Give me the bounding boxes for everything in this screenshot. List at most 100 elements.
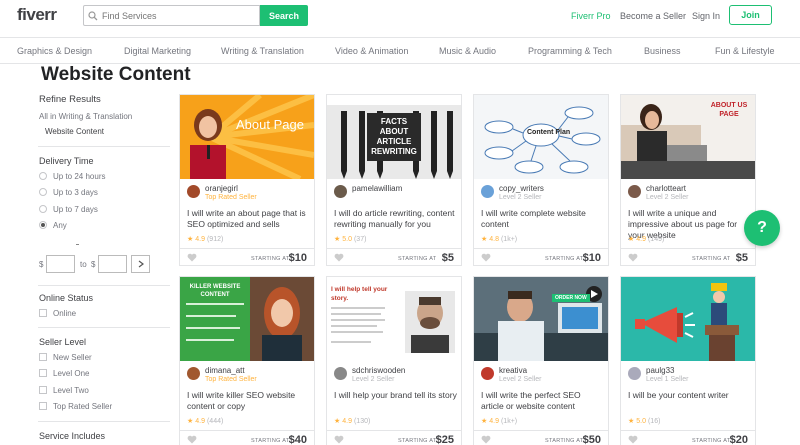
gig-card[interactable]: FACTS ABOUT ARTICLE REWRITING pamelawill… bbox=[326, 94, 462, 266]
radio-icon[interactable] bbox=[39, 172, 47, 180]
heart-icon[interactable] bbox=[628, 253, 638, 262]
fiverr-logo[interactable]: fiverr bbox=[17, 5, 57, 25]
heart-icon[interactable] bbox=[334, 435, 344, 444]
search-box[interactable] bbox=[83, 5, 260, 26]
gig-title[interactable]: I will write an about page that is SEO o… bbox=[187, 208, 311, 230]
seller-name[interactable]: kreativa bbox=[499, 366, 541, 375]
checkbox-icon[interactable] bbox=[39, 369, 47, 377]
online-option[interactable]: Online bbox=[39, 307, 76, 319]
starting-at-label: STARTING AT bbox=[545, 256, 584, 262]
seller-info: oranjegirl Top Rated Seller bbox=[187, 184, 257, 202]
heart-icon[interactable] bbox=[481, 435, 491, 444]
cat-graphics-design[interactable]: Graphics & Design bbox=[17, 46, 92, 56]
heart-icon[interactable] bbox=[334, 253, 344, 262]
seller-info: sdchriswooden Level 2 Seller bbox=[334, 366, 405, 384]
avatar[interactable] bbox=[628, 367, 641, 380]
radio-selected-icon[interactable] bbox=[39, 221, 47, 229]
thumb-overlay-text: About Page bbox=[236, 117, 304, 132]
avatar[interactable] bbox=[628, 185, 641, 198]
fiverr-pro-link[interactable]: Fiverr Pro bbox=[571, 11, 611, 21]
heart-icon[interactable] bbox=[187, 435, 197, 444]
help-button[interactable]: ? bbox=[744, 210, 780, 246]
gig-rating: ★ 4.9 (444) bbox=[187, 417, 224, 426]
delivery-option-24h[interactable]: Up to 24 hours bbox=[39, 170, 105, 182]
gig-thumbnail[interactable]: I will help tell your story. bbox=[327, 277, 461, 361]
seller-name[interactable]: copy_writers bbox=[499, 184, 544, 193]
seller-name[interactable]: pamelawilliam bbox=[352, 184, 402, 193]
seller-name[interactable]: oranjegirl bbox=[205, 184, 257, 193]
become-seller-link[interactable]: Become a Seller bbox=[620, 11, 686, 21]
delivery-option-3d[interactable]: Up to 3 days bbox=[39, 186, 98, 198]
gig-card[interactable]: paulg33 Level 1 Seller I will be your con… bbox=[620, 276, 756, 445]
seller-name[interactable]: charlotteart bbox=[646, 184, 688, 193]
avatar[interactable] bbox=[334, 185, 347, 198]
avatar[interactable] bbox=[187, 367, 200, 380]
cat-programming-tech[interactable]: Programming & Tech bbox=[528, 46, 612, 56]
gig-card[interactable]: KILLER WEBSITE CONTENT dimana_att Top Rat… bbox=[179, 276, 315, 445]
gig-title[interactable]: I will be your content writer bbox=[628, 390, 752, 401]
seller-name[interactable]: sdchriswooden bbox=[352, 366, 405, 375]
gig-title[interactable]: I will write the perfect SEO article or … bbox=[481, 390, 605, 412]
level-top-rated[interactable]: Top Rated Seller bbox=[39, 400, 112, 412]
level-two[interactable]: Level Two bbox=[39, 384, 89, 396]
gig-thumbnail[interactable] bbox=[621, 277, 755, 361]
search-input[interactable] bbox=[102, 10, 252, 21]
seller-level: Top Rated Seller bbox=[205, 194, 257, 201]
search-button[interactable]: Search bbox=[260, 5, 308, 26]
delivery-option-7d[interactable]: Up to 7 days bbox=[39, 203, 98, 215]
checkbox-icon[interactable] bbox=[39, 386, 47, 394]
seller-name[interactable]: paulg33 bbox=[646, 366, 688, 375]
cat-business[interactable]: Business bbox=[644, 46, 681, 56]
gig-title[interactable]: I will do article rewriting, content rew… bbox=[334, 208, 458, 230]
checkbox-icon[interactable] bbox=[39, 309, 47, 317]
price-apply-button[interactable] bbox=[131, 255, 150, 273]
gig-thumbnail[interactable]: ORDER NOW bbox=[474, 277, 608, 361]
checkbox-icon[interactable] bbox=[39, 353, 47, 361]
avatar[interactable] bbox=[334, 367, 347, 380]
sign-in-link[interactable]: Sign In bbox=[692, 11, 720, 21]
delivery-option-any[interactable]: Any bbox=[39, 219, 67, 231]
starting-at-label: STARTING AT bbox=[692, 256, 731, 262]
radio-icon[interactable] bbox=[39, 188, 47, 196]
gig-title[interactable]: I will write complete website content bbox=[481, 208, 605, 230]
gig-card[interactable]: ABOUT US PAGE charlotteart Level 2 Seller… bbox=[620, 94, 756, 266]
parent-category-link[interactable]: All in Writing & Translation bbox=[39, 112, 132, 121]
cat-digital-marketing[interactable]: Digital Marketing bbox=[124, 46, 191, 56]
cat-video-animation[interactable]: Video & Animation bbox=[335, 46, 408, 56]
star-icon: ★ bbox=[334, 236, 341, 243]
radio-icon[interactable] bbox=[39, 205, 47, 213]
price-max-input[interactable] bbox=[98, 255, 127, 273]
gig-card[interactable]: ORDER NOW kreativa Level 2 Seller I will … bbox=[473, 276, 609, 445]
avatar[interactable] bbox=[481, 185, 494, 198]
gig-thumbnail[interactable]: Content Plan bbox=[474, 95, 608, 179]
price-to-label: to bbox=[80, 260, 87, 269]
avatar[interactable] bbox=[187, 185, 200, 198]
heart-icon[interactable] bbox=[187, 253, 197, 262]
level-new-seller[interactable]: New Seller bbox=[39, 351, 92, 363]
gig-thumbnail[interactable]: ABOUT US PAGE bbox=[621, 95, 755, 179]
heart-icon[interactable] bbox=[628, 435, 638, 444]
heart-icon[interactable] bbox=[481, 253, 491, 262]
seller-name[interactable]: dimana_att bbox=[205, 366, 257, 375]
gig-card[interactable]: About Page oranjegirl Top Rated Seller I … bbox=[179, 94, 315, 266]
gig-thumbnail[interactable]: FACTS ABOUT ARTICLE REWRITING bbox=[327, 95, 461, 179]
gig-title[interactable]: I will help your brand tell its story bbox=[334, 390, 458, 401]
join-button[interactable]: Join bbox=[729, 5, 772, 25]
cat-fun-lifestyle[interactable]: Fun & Lifestyle bbox=[715, 46, 775, 56]
price-min-input[interactable] bbox=[46, 255, 75, 273]
cat-music-audio[interactable]: Music & Audio bbox=[439, 46, 496, 56]
current-category[interactable]: Website Content bbox=[45, 127, 104, 136]
gig-thumbnail[interactable]: About Page bbox=[180, 95, 314, 179]
checkbox-icon[interactable] bbox=[39, 402, 47, 410]
gig-thumbnail[interactable]: KILLER WEBSITE CONTENT bbox=[180, 277, 314, 361]
starting-at-label: STARTING AT bbox=[398, 256, 437, 262]
gig-card[interactable]: Content Plan copy_writers Level 2 Seller … bbox=[473, 94, 609, 266]
cat-writing-translation[interactable]: Writing & Translation bbox=[221, 46, 304, 56]
avatar[interactable] bbox=[481, 367, 494, 380]
sidebar-divider bbox=[38, 285, 170, 286]
gig-card[interactable]: I will help tell your story. sdchriswood… bbox=[326, 276, 462, 445]
level-one[interactable]: Level One bbox=[39, 367, 89, 379]
card-footer: STARTING AT $50 bbox=[474, 430, 608, 445]
gig-title[interactable]: I will write killer SEO website content … bbox=[187, 390, 311, 412]
seller-level: Level 2 Seller bbox=[499, 376, 542, 383]
